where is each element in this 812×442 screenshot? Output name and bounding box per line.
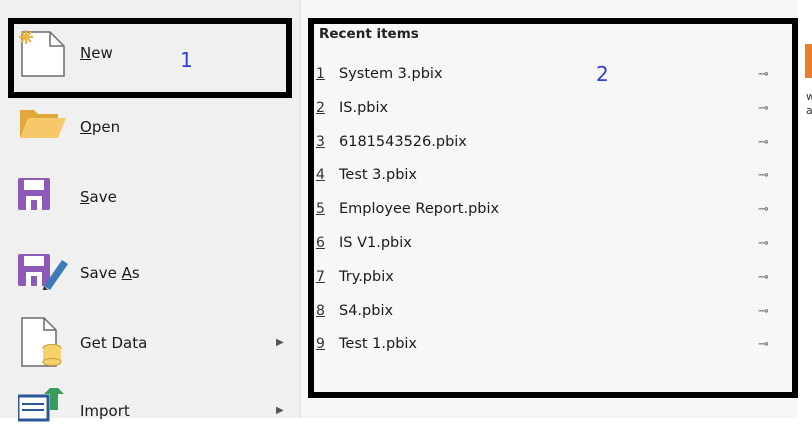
- menu-item-label: Save: [80, 188, 117, 206]
- menu-item-label: Save As: [80, 264, 140, 282]
- save-as-icon: [18, 246, 68, 292]
- right-edge-panel: w a: [797, 0, 812, 418]
- menu-item-save-as[interactable]: Save As: [0, 240, 300, 300]
- menu-item-save[interactable]: Save: [0, 168, 300, 228]
- menu-item-get-data[interactable]: Get Data ▶: [0, 314, 300, 374]
- save-icon: [18, 174, 68, 220]
- edge-text: a: [806, 104, 812, 117]
- orange-accent: [805, 44, 812, 78]
- annotation-number-2: 2: [596, 62, 609, 86]
- menu-item-label: Open: [80, 118, 121, 136]
- annotation-box-2: [308, 18, 798, 398]
- menu-item-open[interactable]: Open: [0, 96, 300, 156]
- menu-item-import[interactable]: Import ▶: [0, 382, 300, 442]
- menu-item-label: Import: [80, 402, 130, 420]
- import-icon: [16, 384, 68, 434]
- edge-text: w: [806, 90, 812, 103]
- annotation-box-1: [8, 18, 292, 98]
- annotation-number-1: 1: [180, 48, 193, 72]
- get-data-icon: [18, 316, 68, 367]
- open-folder-icon: [18, 104, 68, 150]
- submenu-arrow-icon: ▶: [276, 405, 284, 416]
- menu-item-label: Get Data: [80, 334, 148, 352]
- submenu-arrow-icon: ▶: [276, 337, 284, 348]
